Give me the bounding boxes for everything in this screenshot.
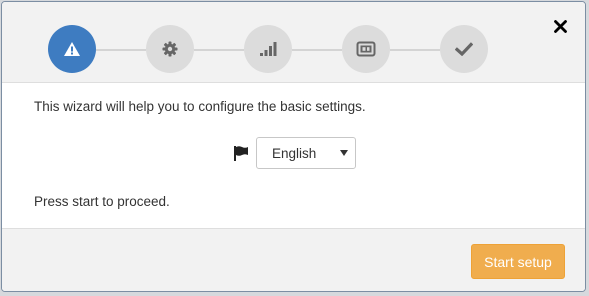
close-button[interactable] xyxy=(549,15,571,37)
wizard-header xyxy=(2,2,585,83)
proceed-text: Press start to proceed. xyxy=(34,194,170,209)
step-connector xyxy=(96,49,146,51)
step-connector xyxy=(390,49,440,51)
wizard-stepper xyxy=(2,2,585,82)
language-select-value: English xyxy=(272,145,317,161)
flag-icon xyxy=(234,146,248,161)
wizard-footer: Start setup xyxy=(2,228,585,291)
step-5-finish[interactable] xyxy=(440,25,488,73)
step-connector xyxy=(292,49,342,51)
sd-card-icon xyxy=(356,41,376,57)
step-2-settings[interactable] xyxy=(146,25,194,73)
signal-bars-icon xyxy=(260,42,277,56)
step-3-signal[interactable] xyxy=(244,25,292,73)
warning-icon xyxy=(64,42,80,56)
gear-icon xyxy=(162,41,178,57)
language-select[interactable]: English xyxy=(256,137,356,169)
checkmark-icon xyxy=(455,42,473,56)
language-row: English xyxy=(232,137,356,169)
close-icon xyxy=(553,19,567,33)
start-setup-button[interactable]: Start setup xyxy=(471,244,565,279)
step-connector xyxy=(194,49,244,51)
wizard-body: This wizard will help you to configure t… xyxy=(2,82,585,228)
step-1-warning[interactable] xyxy=(48,25,96,73)
caret-down-icon xyxy=(340,150,348,156)
intro-text: This wizard will help you to configure t… xyxy=(34,99,366,114)
setup-wizard-dialog: This wizard will help you to configure t… xyxy=(1,1,586,292)
step-4-storage[interactable] xyxy=(342,25,390,73)
